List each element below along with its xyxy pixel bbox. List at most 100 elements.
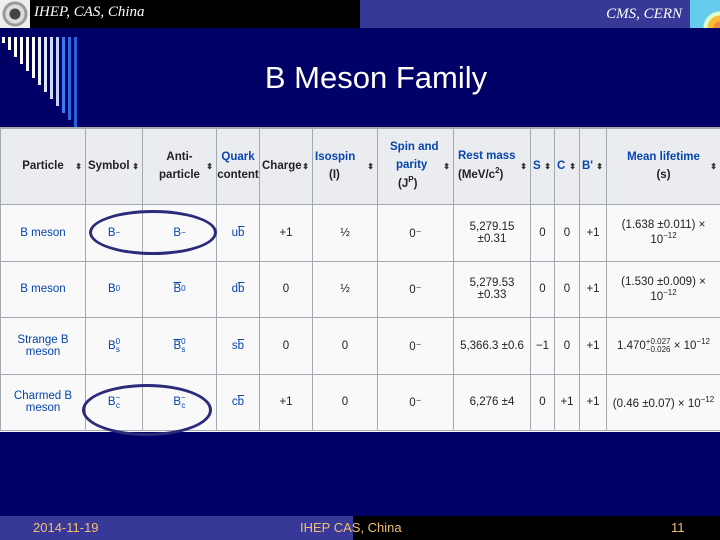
strangeness: −1 [530, 317, 555, 375]
charm: 0 [554, 317, 580, 375]
sort-icon[interactable]: ⬍ [443, 160, 450, 172]
spin-parity: 0⁻ [377, 260, 454, 318]
charm: 0 [554, 260, 580, 318]
charm: +1 [554, 373, 580, 431]
footer-right-band [353, 516, 720, 540]
bottomness: +1 [579, 317, 607, 375]
column-header-mean-lifetime[interactable]: Mean lifetime (s) ⬍ [606, 128, 720, 205]
spin-parity: 0⁻ [377, 204, 454, 262]
header-label: content [217, 168, 259, 181]
header-label: Particle [22, 159, 64, 172]
org-left-label: IHEP, CAS, China [34, 4, 145, 20]
spin-link[interactable]: Spin and [390, 141, 439, 153]
mean-lifetime: (1.530 ±0.009) × 10−12 [606, 260, 720, 318]
decorative-bar [14, 37, 17, 57]
column-header-rest-mass[interactable]: Rest mass (MeV/c2) ⬍ [453, 128, 531, 205]
parity-link[interactable]: parity [390, 159, 427, 171]
particle-symbol[interactable]: B0s [108, 337, 120, 353]
quark-content: db [216, 260, 260, 318]
charge: 0 [259, 317, 313, 375]
column-header-antiparticle[interactable]: Anti- particle ⬍ [142, 128, 217, 205]
slide-footer: 2014-11-19 IHEP CAS, China 11 [0, 516, 720, 540]
charm: 0 [554, 204, 580, 262]
column-header-particle[interactable]: Particle ⬍ [0, 128, 86, 205]
column-header-symbol[interactable]: Symbol ⬍ [85, 128, 143, 205]
particle-symbol[interactable]: B0s [173, 337, 185, 353]
column-header-quark-content: Quark content [216, 128, 260, 205]
sort-icon[interactable]: ⬍ [132, 160, 139, 172]
footer-date: 2014-11-19 [33, 520, 99, 535]
strangeness-link[interactable]: S [533, 160, 541, 172]
b-meson-table-container: Particle ⬍ Symbol ⬍ Anti- particle ⬍ Qua… [0, 127, 720, 436]
mean-lifetime: 1.470 +0.027 −0.026 × 10−12 [606, 317, 720, 375]
symbol: B − c [85, 373, 143, 431]
sort-icon[interactable]: ⬍ [367, 160, 374, 172]
rest-mass: 5,279.53 ±0.33 [453, 260, 531, 318]
column-header-charge[interactable]: Charge ⬍ [259, 128, 313, 205]
quark-link[interactable]: Quark [221, 151, 254, 163]
charm-link[interactable]: C [557, 160, 565, 172]
symbol: B − [85, 204, 143, 262]
isospin: ½ [312, 204, 378, 262]
quark-content: sb [216, 317, 260, 375]
symbol: B0 [85, 260, 143, 318]
decorative-bar [2, 37, 5, 43]
sort-icon[interactable]: ⬍ [710, 160, 717, 172]
mean-lifetime-link[interactable]: Mean lifetime [627, 151, 700, 163]
table-row: B meson B − B − ub +1 ½ 0⁻ 5,279.15 ±0.31 0 0 +1 (1.6… [0, 204, 720, 262]
isospin: 0 [312, 317, 378, 375]
antiparticle: B − [142, 204, 217, 262]
quark-content: ub [216, 204, 260, 262]
strangeness: 0 [530, 260, 555, 318]
header-label: Anti- [166, 150, 193, 163]
charge: +1 [259, 204, 313, 262]
strangeness: 0 [530, 204, 555, 262]
sort-icon[interactable]: ⬍ [302, 160, 309, 172]
bottomness-link[interactable]: B' [582, 160, 593, 172]
spin-parity: 0⁻ [377, 317, 454, 375]
sort-icon[interactable]: ⬍ [206, 160, 213, 172]
bottomness: +1 [579, 204, 607, 262]
charge: 0 [259, 260, 313, 318]
header-label: Charge [262, 159, 302, 172]
table-row: B meson B 0 B 0 db 0 ½ 0⁻ 5,279.53 ±0.33 0 0 +1 (1.53… [0, 260, 720, 318]
page-number: 11 [671, 520, 685, 535]
sort-icon[interactable]: ⬍ [596, 160, 603, 172]
top-banner: IHEP, CAS, China CMS, CERN [0, 0, 720, 28]
sort-icon[interactable]: ⬍ [544, 160, 551, 172]
org-right-label: CMS, CERN [606, 6, 682, 22]
header-label: (s) [656, 168, 671, 181]
antiparticle: B − c [142, 373, 217, 431]
sort-icon[interactable]: ⬍ [569, 160, 576, 172]
particle-symbol[interactable]: B − [173, 227, 185, 239]
isospin-link[interactable]: Isospin [315, 151, 355, 163]
rest-mass-link[interactable]: Rest mass [458, 150, 516, 162]
particle-symbol[interactable]: B − c [173, 394, 185, 410]
column-header-bprime[interactable]: B' ⬍ [579, 128, 607, 205]
column-header-spin-parity[interactable]: Spin and parity (JP) ⬍ [377, 128, 454, 205]
particle-name[interactable]: Charmed B meson [0, 373, 86, 431]
column-header-s[interactable]: S ⬍ [530, 128, 555, 205]
particle-name[interactable]: B meson [0, 204, 86, 262]
table-row: Charmed B meson B − c B − c cb +1 0 0⁻ 6,276 ±4 0 +1 +… [0, 373, 720, 431]
quark-content: cb [216, 373, 260, 431]
sort-icon[interactable]: ⬍ [520, 160, 527, 172]
particle-symbol[interactable]: B − [108, 227, 120, 239]
ihep-logo-icon [0, 0, 30, 28]
particle-name[interactable]: B meson [0, 260, 86, 318]
sort-icon[interactable]: ⬍ [75, 160, 82, 172]
antiparticle: B0 [142, 260, 217, 318]
bottomness: +1 [579, 260, 607, 318]
particle-symbol[interactable]: B0 [108, 283, 120, 295]
particle-symbol[interactable]: B0 [173, 283, 185, 295]
table-header-row: Particle ⬍ Symbol ⬍ Anti- particle ⬍ Qua… [0, 128, 720, 205]
particle-name[interactable]: Strange B meson [0, 317, 86, 375]
particle-symbol[interactable]: B − c [108, 394, 120, 410]
column-header-c[interactable]: C ⬍ [554, 128, 580, 205]
bottomness: +1 [579, 373, 607, 431]
header-label: (I) [329, 168, 340, 181]
rest-mass: 5,366.3 ±0.6 [453, 317, 531, 375]
header-label: particle [159, 168, 200, 181]
column-header-isospin[interactable]: Isospin (I) ⬍ [312, 128, 378, 205]
mean-lifetime: (1.638 ±0.011) × 10−12 [606, 204, 720, 262]
